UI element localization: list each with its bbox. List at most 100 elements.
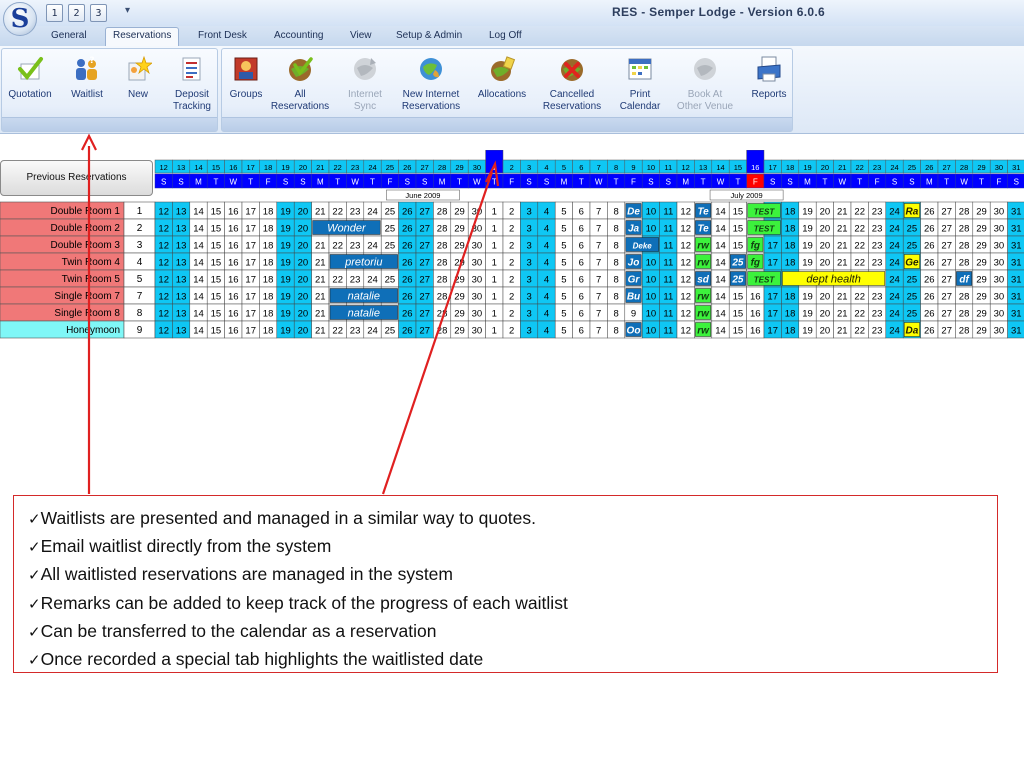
calendar-day-number: 27 <box>419 207 430 218</box>
calendar-day-number: 4 <box>544 309 549 320</box>
header-day-number: 5 <box>562 163 566 172</box>
calendar-day-number: 16 <box>228 258 239 269</box>
header-day-number: 17 <box>247 163 255 172</box>
calendar-day-number: 2 <box>509 292 514 303</box>
application-menu-button[interactable]: S <box>3 2 37 36</box>
calendar-day-number: 22 <box>854 292 865 303</box>
calendar-day-number: 2 <box>509 275 514 286</box>
cancelled-reservations-button[interactable]: Cancelled Reservations <box>543 53 601 117</box>
tab-general[interactable]: General <box>44 28 94 46</box>
all-reservations-button[interactable]: All Reservations <box>269 53 331 117</box>
calendar-day-number: 17 <box>245 241 256 252</box>
customize-toolbar-caret-icon[interactable]: ▾ <box>125 5 130 16</box>
booking-calendar-grid[interactable]: 12S13S14M15T16W17T18F19S20S21M22T23W24T2… <box>0 150 1024 340</box>
book-at-other-venue-label: Book At Other Venue <box>676 89 734 112</box>
deposit-tracking-button[interactable]: Deposit Tracking <box>168 53 216 117</box>
calendar-day-number: 4 <box>544 275 549 286</box>
weekday-letter: T <box>213 178 218 187</box>
calendar-day-number: 19 <box>802 258 813 269</box>
calendar-day-number: 8 <box>613 292 618 303</box>
calendar-day-number: 17 <box>245 292 256 303</box>
quick-access-button-2[interactable]: 2 <box>68 4 85 22</box>
header-day-number: 18 <box>264 163 272 172</box>
calendar-day-number: 20 <box>298 326 309 337</box>
room-name: Double Room 3 <box>51 240 121 251</box>
waitlist-button[interactable]: ? Waitlist <box>63 53 111 117</box>
quotation-button[interactable]: Quotation <box>5 53 55 117</box>
calendar-day-number: 24 <box>889 326 900 337</box>
header-day-number: 19 <box>803 163 811 172</box>
calendar-day-number: 18 <box>785 207 796 218</box>
calendar-day-number: 18 <box>263 241 274 252</box>
print-calendar-button[interactable]: Print Calendar <box>618 53 662 117</box>
allocations-button[interactable]: Allocations <box>478 53 526 117</box>
check-mark-icon: ✓ <box>28 510 41 528</box>
weekday-letter: S <box>648 178 653 187</box>
calendar-day-number: 24 <box>367 326 378 337</box>
tab-accounting[interactable]: Accounting <box>267 28 330 46</box>
calendar-day-number: 29 <box>454 241 465 252</box>
booking-label: fg <box>751 241 760 252</box>
quick-access-button-1[interactable]: 1 <box>46 4 63 22</box>
calendar-day-number: 28 <box>959 224 970 235</box>
calendar-day-number: 6 <box>579 326 584 337</box>
calendar-day-number: 2 <box>509 241 514 252</box>
calendar-day-number: 27 <box>419 292 430 303</box>
calendar-day-number: 30 <box>994 275 1005 286</box>
calendar-day-number: 20 <box>298 292 309 303</box>
calendar-day-number: 17 <box>245 275 256 286</box>
calendar-day-number: 14 <box>193 326 204 337</box>
calendar-day-number: 1 <box>492 309 497 320</box>
calendar-day-number: 24 <box>889 275 900 286</box>
calendar-day-number: 5 <box>561 224 566 235</box>
reports-button[interactable]: Reports <box>748 53 790 117</box>
calendar-day-number: 14 <box>193 224 204 235</box>
calendar-day-number: 19 <box>280 275 291 286</box>
tab-setup-admin[interactable]: Setup & Admin <box>389 28 469 46</box>
new-internet-reservations-button[interactable]: New Internet Reservations <box>398 53 464 117</box>
calendar-day-number: 21 <box>837 258 848 269</box>
weekday-letter: S <box>909 178 914 187</box>
groups-button[interactable]: Groups <box>226 53 266 117</box>
weekday-letter: W <box>717 178 725 187</box>
calendar-day-number: 8 <box>613 241 618 252</box>
previous-reservations-button[interactable]: Previous Reservations <box>0 160 153 196</box>
new-button[interactable]: New <box>116 53 160 117</box>
calendar-day-number: 26 <box>924 292 935 303</box>
calendar-day-number: 21 <box>315 241 326 252</box>
tab-view[interactable]: View <box>343 28 379 46</box>
calendar-day-number: 28 <box>437 275 448 286</box>
header-day-number: 23 <box>351 163 359 172</box>
booking-label: rw <box>697 292 710 303</box>
weekday-letter: F <box>509 178 514 187</box>
calendar-day-number: 24 <box>367 207 378 218</box>
check-mark-icon: ✓ <box>28 651 41 670</box>
weekday-letter: M <box>682 178 689 187</box>
booking-label: Oo <box>627 326 641 337</box>
weekday-letter: W <box>230 178 238 187</box>
calendar-day-number: 16 <box>228 224 239 235</box>
tab-log-off[interactable]: Log Off <box>482 28 529 46</box>
booking-label: TEST <box>754 208 776 217</box>
calendar-day-number: 29 <box>454 224 465 235</box>
weekday-letter: S <box>283 178 288 187</box>
calendar-day-number: 19 <box>280 292 291 303</box>
internet-reservations-icon <box>420 58 442 80</box>
calendar-day-number: 25 <box>907 292 918 303</box>
booking-label: rw <box>697 326 710 337</box>
calendar-day-number: 23 <box>872 258 883 269</box>
weekday-letter: F <box>631 178 636 187</box>
quick-access-button-3[interactable]: 3 <box>90 4 107 22</box>
calendar-day-number: 19 <box>280 326 291 337</box>
calendar-day-number: 18 <box>263 292 274 303</box>
calendar-day-number: 20 <box>298 207 309 218</box>
booking-label: Jo <box>628 258 640 269</box>
tab-front-desk[interactable]: Front Desk <box>191 28 254 46</box>
calendar-day-number: 3 <box>526 292 531 303</box>
weekday-letter: T <box>457 178 462 187</box>
room-name: Twin Room 4 <box>62 257 121 268</box>
tab-reservations[interactable]: Reservations <box>105 27 180 47</box>
booking-label: Ge <box>905 258 919 269</box>
calendar-day-number: 23 <box>872 309 883 320</box>
calendar-day-number: 21 <box>315 207 326 218</box>
